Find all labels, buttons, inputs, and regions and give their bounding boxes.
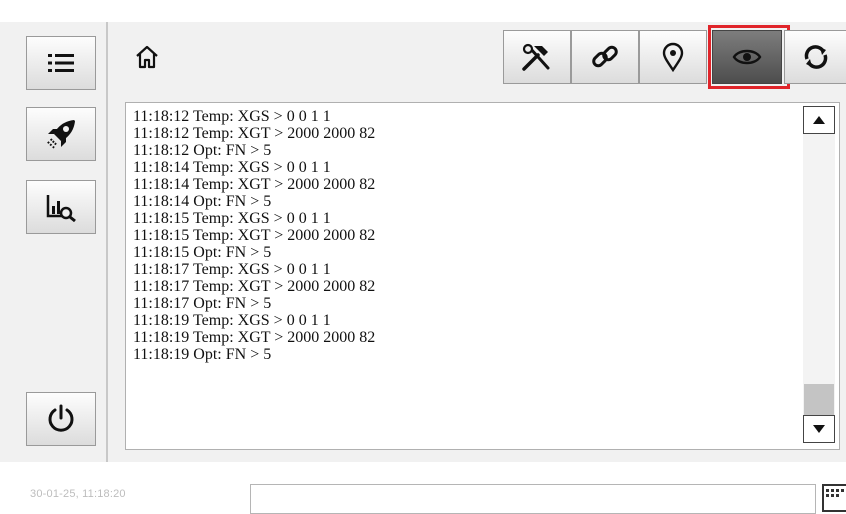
log-line: 11:18:12 Temp: XGT > 2000 2000 82 xyxy=(133,125,376,142)
timestamp: 30-01-25, 11:18:20 xyxy=(30,488,126,500)
rocket-button[interactable] xyxy=(26,107,96,161)
log-line: 11:18:19 Opt: FN > 5 xyxy=(133,346,272,363)
log-line: 11:18:15 Opt: FN > 5 xyxy=(133,244,272,261)
chart-search-icon xyxy=(46,195,76,222)
home-icon xyxy=(136,45,158,69)
log-list: 11:18:12 Temp: XGS > 0 0 1 1 11:18:12 Tem… xyxy=(133,108,375,363)
scroll-thumb[interactable] xyxy=(804,384,834,415)
active-button-highlight xyxy=(708,25,790,89)
log-line: 11:18:12 Temp: XGS > 0 0 1 1 xyxy=(133,108,331,125)
log-line: 11:18:15 Temp: XGT > 2000 2000 82 xyxy=(133,227,376,244)
link-icon xyxy=(592,45,618,68)
command-input[interactable] xyxy=(250,484,816,514)
log-line: 11:18:14 Temp: XGT > 2000 2000 82 xyxy=(133,176,376,193)
log-line: 11:18:14 Opt: FN > 5 xyxy=(133,193,272,210)
scroll-down-button[interactable] xyxy=(803,415,835,443)
log-line: 11:18:15 Temp: XGS > 0 0 1 1 xyxy=(133,210,331,227)
log-line: 11:18:19 Temp: XGT > 2000 2000 82 xyxy=(133,329,376,346)
tools-button[interactable] xyxy=(503,30,571,84)
down-arrow-icon xyxy=(813,425,825,433)
sync-icon xyxy=(804,45,827,69)
menu-button[interactable] xyxy=(26,36,96,90)
link-button[interactable] xyxy=(571,30,639,84)
up-arrow-icon xyxy=(813,116,825,124)
location-pin-icon xyxy=(662,42,684,72)
tools-icon xyxy=(522,43,550,71)
log-line: 11:18:19 Temp: XGS > 0 0 1 1 xyxy=(133,312,331,329)
sync-button[interactable] xyxy=(784,30,846,84)
log-panel[interactable]: 11:18:12 Temp: XGS > 0 0 1 1 11:18:12 Tem… xyxy=(125,102,840,450)
analysis-button[interactable] xyxy=(26,180,96,234)
log-line: 11:18:14 Temp: XGS > 0 0 1 1 xyxy=(133,159,331,176)
scroll-up-button[interactable] xyxy=(803,106,835,134)
list-icon xyxy=(48,54,74,72)
power-button[interactable] xyxy=(26,392,96,446)
keyboard-button[interactable] xyxy=(822,484,846,512)
keyboard-icon xyxy=(826,489,844,497)
log-line: 11:18:12 Opt: FN > 5 xyxy=(133,142,272,159)
log-line: 11:18:17 Temp: XGT > 2000 2000 82 xyxy=(133,278,376,295)
power-icon xyxy=(48,404,74,432)
rocket-icon xyxy=(46,120,75,149)
log-line: 11:18:17 Temp: XGS > 0 0 1 1 xyxy=(133,261,331,278)
log-line: 11:18:17 Opt: FN > 5 xyxy=(133,295,272,312)
home-button[interactable] xyxy=(132,42,162,72)
location-button[interactable] xyxy=(639,30,707,84)
